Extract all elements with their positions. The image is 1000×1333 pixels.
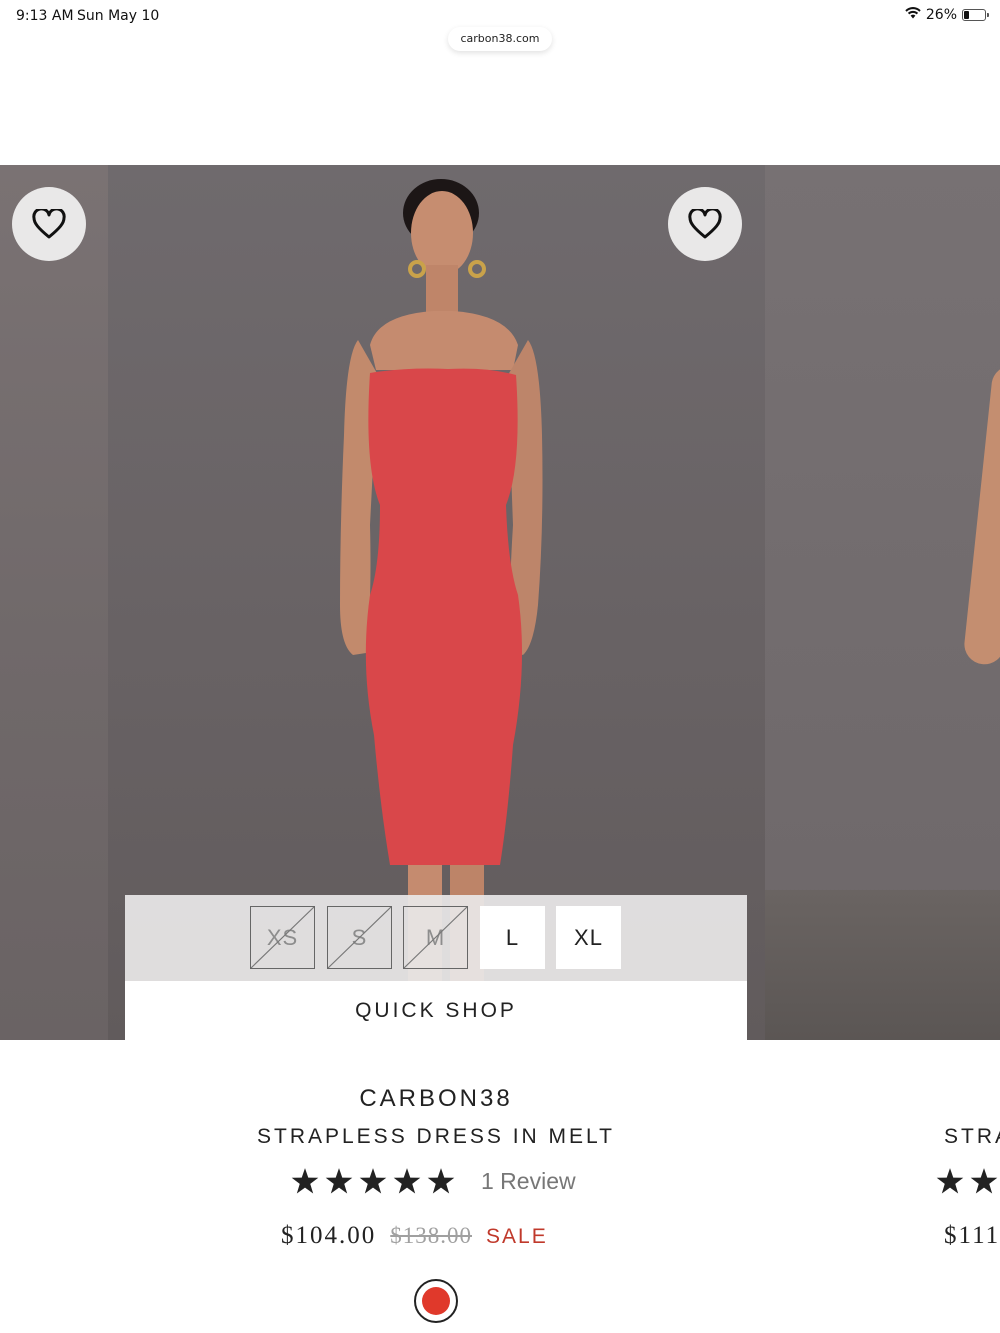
next-product-rating bbox=[936, 1168, 998, 1195]
status-time: 9:13 AM bbox=[16, 8, 74, 24]
sale-badge: SALE bbox=[486, 1225, 548, 1248]
status-indicators: 26% bbox=[905, 7, 989, 23]
star-icon bbox=[936, 1168, 964, 1194]
next-product-price: $111 bbox=[944, 1222, 1000, 1249]
battery-percent: 26% bbox=[925, 7, 957, 23]
star-rating bbox=[291, 1168, 455, 1195]
url-bar[interactable]: carbon38.com bbox=[448, 27, 552, 51]
color-swatch[interactable] bbox=[414, 1279, 458, 1323]
star-icon bbox=[393, 1168, 421, 1194]
battery-icon bbox=[962, 9, 989, 21]
wifi-icon bbox=[905, 7, 921, 23]
quick-shop-button[interactable]: QUICK SHOP bbox=[125, 981, 747, 1040]
size-option-l[interactable]: L bbox=[480, 906, 545, 969]
status-bar: 9:13 AM Sun May 10 26% bbox=[0, 0, 1000, 30]
star-icon bbox=[970, 1168, 998, 1194]
star-icon bbox=[427, 1168, 455, 1194]
size-option-xs[interactable]: XS bbox=[250, 906, 315, 969]
studio-floor bbox=[765, 890, 1000, 1040]
size-option-xl[interactable]: XL bbox=[556, 906, 621, 969]
price-block: $104.00 $138.00 SALE bbox=[281, 1222, 548, 1250]
star-icon bbox=[359, 1168, 387, 1194]
battery-fill bbox=[964, 11, 969, 19]
product-rating[interactable]: 1 Review bbox=[291, 1168, 576, 1195]
sale-price: $104.00 bbox=[281, 1222, 377, 1249]
status-date: Sun May 10 bbox=[77, 8, 160, 24]
size-label: S bbox=[351, 924, 368, 950]
review-count[interactable]: 1 Review bbox=[481, 1168, 576, 1195]
next-product-name[interactable]: STRA bbox=[944, 1125, 1000, 1149]
star-icon bbox=[291, 1168, 319, 1194]
size-label: L bbox=[505, 924, 520, 950]
favorite-button[interactable] bbox=[668, 187, 742, 261]
size-label: XS bbox=[266, 924, 299, 950]
size-label: M bbox=[425, 924, 446, 950]
size-selector: XS S M L XL bbox=[125, 895, 747, 981]
heart-icon bbox=[688, 209, 722, 239]
product-brand[interactable]: CARBON38 bbox=[236, 1085, 636, 1113]
original-price: $138.00 bbox=[390, 1223, 472, 1248]
star-icon bbox=[325, 1168, 353, 1194]
color-swatch-fill bbox=[422, 1287, 450, 1315]
size-option-m[interactable]: M bbox=[403, 906, 468, 969]
favorite-button[interactable] bbox=[12, 187, 86, 261]
size-option-s[interactable]: S bbox=[327, 906, 392, 969]
size-label: XL bbox=[574, 924, 603, 950]
product-image-right[interactable] bbox=[765, 165, 1000, 1040]
heart-icon bbox=[32, 209, 66, 239]
product-name[interactable]: STRAPLESS DRESS IN MELT bbox=[186, 1125, 686, 1149]
product-image-left[interactable] bbox=[0, 165, 108, 1040]
model-arm bbox=[962, 363, 1000, 667]
